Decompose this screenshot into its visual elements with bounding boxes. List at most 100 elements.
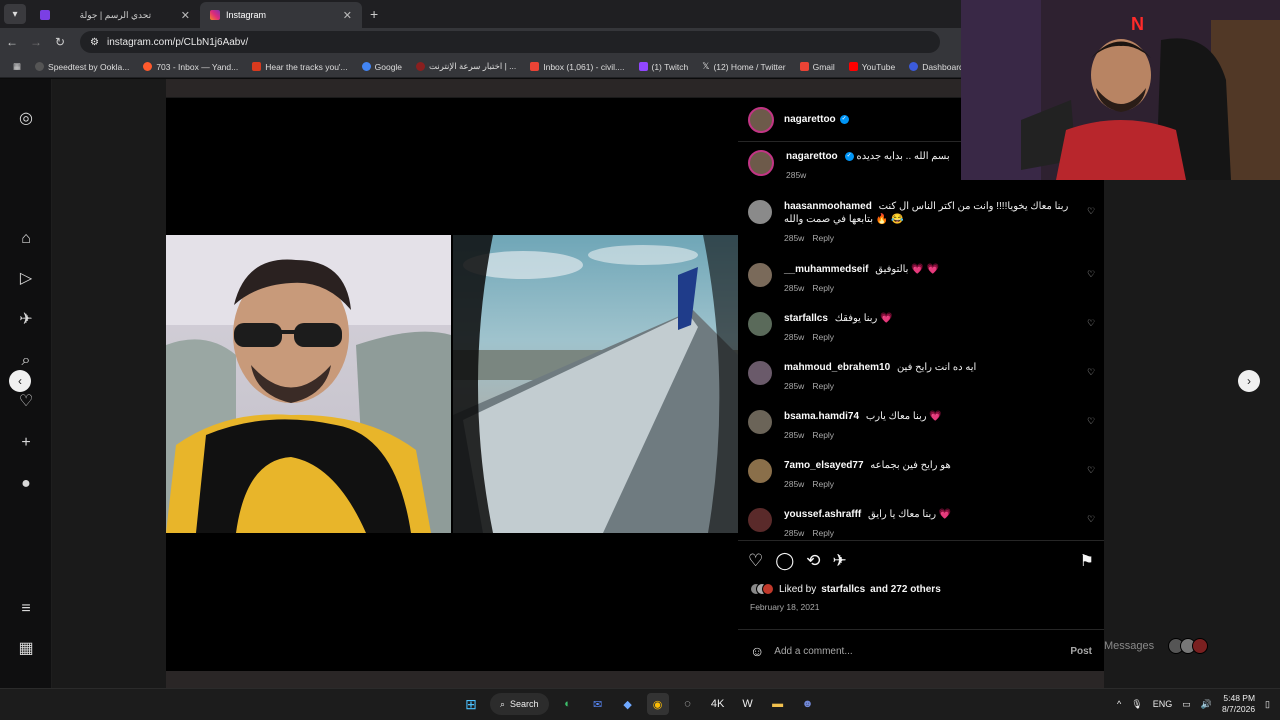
author-username[interactable]: nagarettoo bbox=[784, 114, 836, 125]
bookmark-twitter[interactable]: 𝕏 (12) Home / Twitter bbox=[695, 61, 792, 72]
comment-item: 7amo_elsayed77 هو رايح فين بجماعه 285w Re… bbox=[748, 459, 1098, 491]
wordpad-icon[interactable]: W bbox=[737, 693, 759, 715]
taskbar-search[interactable]: ⌕ Search bbox=[490, 693, 549, 715]
bookmark-speed-test-ar[interactable]: اختبار سرعة الإنترنت | ... bbox=[409, 61, 523, 72]
comment-bubble-icon[interactable]: ◯ bbox=[775, 551, 794, 571]
reply-button[interactable]: Reply bbox=[812, 380, 834, 393]
post-media[interactable] bbox=[166, 98, 738, 671]
comment-username[interactable]: youssef.ashrafff bbox=[784, 509, 861, 520]
search-icon[interactable]: ⌕ bbox=[16, 351, 36, 371]
previous-post-arrow-icon[interactable]: ‹ bbox=[9, 370, 31, 392]
post-comment-button[interactable]: Post bbox=[1070, 646, 1092, 657]
reply-button[interactable]: Reply bbox=[812, 232, 834, 245]
like-comment-heart-icon[interactable]: ♡ bbox=[1084, 318, 1098, 344]
tray-overflow-icon[interactable]: ^ bbox=[1117, 699, 1121, 709]
instagram-logo-icon[interactable]: ◎ bbox=[16, 109, 36, 129]
reply-button[interactable]: Reply bbox=[812, 282, 834, 295]
apps-grid-icon[interactable]: ▦ bbox=[6, 61, 28, 72]
like-heart-icon[interactable]: ♡ bbox=[748, 551, 763, 571]
microphone-icon[interactable]: 🎙 bbox=[1131, 699, 1142, 710]
language-indicator[interactable]: ENG bbox=[1153, 699, 1173, 709]
profile-avatar-icon[interactable]: ● bbox=[16, 474, 36, 494]
tab-drawing-challenge[interactable]: تحدي الرسم | جولة ✕ bbox=[30, 2, 200, 28]
bookmark-yandex-inbox[interactable]: 703 - Inbox — Yand... bbox=[136, 62, 245, 72]
edge-icon[interactable]: ◐ bbox=[557, 693, 579, 715]
like-comment-heart-icon[interactable]: ♡ bbox=[1084, 465, 1098, 491]
mail-icon[interactable]: ✉ bbox=[587, 693, 609, 715]
comment-username[interactable]: mahmoud_ebrahem10 bbox=[784, 362, 890, 373]
bookmark-twitch[interactable]: (1) Twitch bbox=[632, 62, 696, 72]
notifications-icon[interactable]: ▯ bbox=[1265, 699, 1270, 710]
tab-instagram[interactable]: Instagram ✕ bbox=[200, 2, 362, 28]
site-info-icon[interactable]: ⚙ bbox=[90, 37, 99, 48]
commenter-avatar[interactable] bbox=[748, 410, 772, 434]
author-avatar[interactable] bbox=[748, 150, 774, 176]
commenter-avatar[interactable] bbox=[748, 361, 772, 385]
like-comment-heart-icon[interactable]: ♡ bbox=[1084, 206, 1098, 245]
liked-by-others[interactable]: and 272 others bbox=[870, 584, 941, 595]
reply-button[interactable]: Reply bbox=[812, 478, 834, 491]
liked-by-user[interactable]: starfallcs bbox=[821, 584, 865, 595]
chrome-icon[interactable]: ◉ bbox=[646, 693, 669, 715]
caption-username[interactable]: nagarettoo bbox=[786, 151, 838, 162]
tab-search-icon[interactable]: ▾ bbox=[4, 4, 26, 24]
tab-favicon-icon bbox=[40, 10, 50, 20]
commenter-avatar[interactable] bbox=[748, 508, 772, 532]
add-comment-input[interactable]: Add a comment... bbox=[774, 646, 852, 657]
menu-hamburger-icon[interactable]: ≡ bbox=[16, 599, 36, 619]
reload-icon[interactable]: ↻ bbox=[48, 35, 72, 49]
commenter-avatar[interactable] bbox=[748, 459, 772, 483]
reply-button[interactable]: Reply bbox=[812, 331, 834, 344]
messages-button[interactable]: Messages bbox=[1104, 631, 1244, 661]
4k-downloader-icon[interactable]: 4K bbox=[707, 693, 729, 715]
comment-username[interactable]: 7amo_elsayed77 bbox=[784, 460, 864, 471]
commenter-avatar[interactable] bbox=[748, 200, 772, 224]
like-comment-heart-icon[interactable]: ♡ bbox=[1084, 416, 1098, 442]
like-comment-heart-icon[interactable]: ♡ bbox=[1084, 367, 1098, 393]
bookmark-gmail-inbox[interactable]: Inbox (1,061) - civil.... bbox=[523, 62, 631, 72]
home-icon[interactable]: ⌂ bbox=[16, 229, 36, 249]
also-from-meta-icon[interactable]: ▦ bbox=[16, 639, 36, 659]
bookmark-speedtest[interactable]: Speedtest by Ookla... bbox=[28, 62, 136, 72]
emoji-icon[interactable]: ☺ bbox=[750, 643, 764, 659]
bookmark-gmail[interactable]: Gmail bbox=[793, 62, 842, 72]
comment-username[interactable]: starfallcs bbox=[784, 313, 828, 324]
repost-icon[interactable]: ⟲ bbox=[806, 551, 820, 571]
app-diamond-icon[interactable]: ◆ bbox=[617, 693, 639, 715]
network-icon[interactable]: ▭ bbox=[1182, 699, 1191, 710]
notifications-heart-icon[interactable]: ♡ bbox=[16, 392, 36, 412]
bookmark-youtube[interactable]: YouTube bbox=[842, 62, 902, 72]
file-explorer-icon[interactable]: ▬ bbox=[767, 693, 789, 715]
clock[interactable]: 5:48 PM 8/7/2026 bbox=[1222, 693, 1255, 715]
like-comment-heart-icon[interactable]: ♡ bbox=[1084, 269, 1098, 295]
comment-username[interactable]: __muhammedseif bbox=[784, 264, 868, 275]
obs-icon[interactable]: ◌ bbox=[677, 693, 699, 715]
commenter-avatar[interactable] bbox=[748, 312, 772, 336]
new-tab-icon[interactable]: + bbox=[370, 6, 378, 22]
direct-message-icon[interactable]: ✈ bbox=[16, 310, 36, 330]
like-comment-heart-icon[interactable]: ♡ bbox=[1084, 514, 1098, 540]
comments-list[interactable]: nagarettoo ✓ بسم الله .. بدايه جديده 285w… bbox=[738, 142, 1104, 540]
bookmark-google[interactable]: Google bbox=[355, 62, 409, 72]
reels-icon[interactable]: ▷ bbox=[16, 269, 36, 289]
bookmark-tracks[interactable]: Hear the tracks you'... bbox=[245, 62, 354, 72]
volume-icon[interactable]: 🔊 bbox=[1201, 699, 1212, 710]
forward-icon[interactable]: → bbox=[24, 35, 48, 49]
author-avatar[interactable] bbox=[748, 106, 774, 133]
windows-start-icon[interactable]: ⊞ bbox=[460, 693, 482, 715]
discord-icon[interactable]: ☻ bbox=[797, 693, 819, 715]
save-bookmark-icon[interactable]: ⚑ bbox=[1080, 551, 1094, 571]
likes-summary[interactable]: Liked by starfallcs and 272 others bbox=[750, 583, 941, 595]
tab-close-icon[interactable]: ✕ bbox=[343, 9, 352, 22]
url-field[interactable]: ⚙ instagram.com/p/CLbN1j6Aabv/ bbox=[80, 31, 940, 53]
share-send-icon[interactable]: ✈ bbox=[833, 551, 847, 571]
comment-username[interactable]: haasanmoohamed bbox=[784, 201, 872, 212]
reply-button[interactable]: Reply bbox=[812, 527, 834, 540]
tab-close-icon[interactable]: ✕ bbox=[181, 9, 190, 22]
commenter-avatar[interactable] bbox=[748, 263, 772, 287]
create-plus-icon[interactable]: + bbox=[16, 433, 36, 453]
comment-username[interactable]: bsama.hamdi74 bbox=[784, 411, 859, 422]
back-icon[interactable]: ← bbox=[0, 35, 24, 49]
reply-button[interactable]: Reply bbox=[812, 429, 834, 442]
next-post-arrow-icon[interactable]: › bbox=[1238, 370, 1260, 392]
